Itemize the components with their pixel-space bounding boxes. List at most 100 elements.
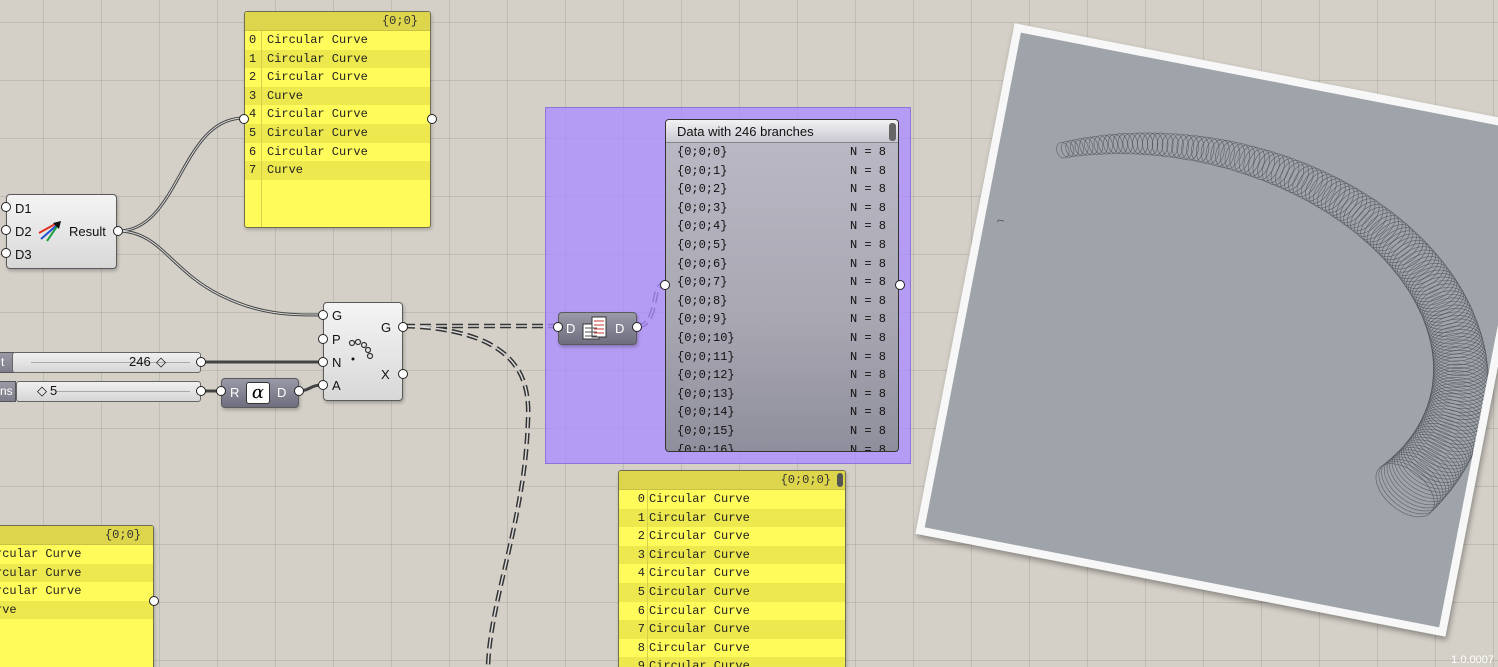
polar-input-n-grip[interactable]: [318, 357, 328, 367]
viewer-row: {0;0;15} N = 8: [666, 422, 898, 441]
alpha-icon: α: [246, 382, 270, 404]
item-index: 3: [637, 547, 645, 562]
item-index: 2: [637, 529, 645, 544]
branch-path: {0;0;2}: [677, 182, 728, 197]
panel-bottom[interactable]: {0;0;0} 0 Circular Curve 1 Circular Curve 2 C…: [618, 470, 846, 667]
polar-output-g[interactable]: G: [381, 320, 391, 335]
merge-input-d2[interactable]: D2: [15, 224, 32, 239]
branch-path: {0;0;0}: [677, 145, 728, 159]
branch-path: {0;0;3}: [677, 200, 728, 215]
slider-angle[interactable]: ◇ 5: [16, 381, 201, 402]
merge-component[interactable]: D1 D2 D3 Result: [6, 194, 117, 269]
radians-input-r[interactable]: R: [230, 385, 239, 400]
polar-input-a[interactable]: A: [332, 378, 341, 393]
slider-angle-knob-icon[interactable]: ◇: [37, 383, 47, 399]
list-item: 8 Circular Curve: [619, 639, 845, 658]
radians-output-grip[interactable]: [294, 386, 304, 396]
branch-count: N = 8: [850, 312, 887, 327]
ring-curve: [1386, 454, 1447, 506]
polar-output-x[interactable]: X: [381, 367, 390, 382]
radians-output-d[interactable]: D: [277, 385, 286, 400]
item-text: Circular Curve: [267, 107, 368, 122]
ring-curve: [1433, 350, 1489, 384]
item-text: rcular Curve: [0, 584, 82, 599]
item-text: Circular Curve: [267, 70, 368, 85]
list-item: 9 Circular Curve: [619, 657, 845, 667]
item-index: 6: [637, 603, 645, 618]
panel-left-output-grip[interactable]: [149, 596, 159, 606]
ring-curve: [1309, 174, 1337, 206]
grasshopper-canvas[interactable]: {0;0} 0 Circular Curve 1 Circular Curve 2 Cir…: [0, 0, 1498, 667]
panel-bottom-scrollbar[interactable]: [837, 473, 843, 487]
list-item: 7 Circular Curve: [619, 620, 845, 639]
slider-count-grip[interactable]: [196, 357, 206, 367]
flatten-output-grip[interactable]: [632, 322, 642, 332]
viewer-row: {0;0;3} N = 8: [666, 199, 898, 218]
polar-input-n[interactable]: N: [332, 355, 341, 370]
polar-input-g-grip[interactable]: [318, 310, 328, 320]
item-text: rcular Curve: [0, 565, 82, 580]
panel-top-output-grip[interactable]: [427, 114, 437, 124]
item-text: Circular Curve: [649, 566, 750, 581]
slider-count-knob-icon[interactable]: ◇: [156, 354, 166, 370]
flatten-input-grip[interactable]: [553, 322, 563, 332]
polar-input-p-grip[interactable]: [318, 334, 328, 344]
rhino-viewport[interactable]: ⌐: [915, 23, 1498, 637]
merge-input-d3[interactable]: D3: [15, 247, 32, 262]
ring-curve: [1407, 431, 1468, 477]
polar-array-icon: [348, 338, 374, 361]
slider-angle-value[interactable]: 5: [50, 383, 57, 398]
panel-top-input-grip[interactable]: [239, 114, 249, 124]
item-text: Circular Curve: [649, 659, 750, 667]
item-text: Circular Curve: [267, 125, 368, 140]
flatten-component[interactable]: D D: [558, 312, 637, 345]
item-index: 0: [637, 492, 645, 506]
merge-input-d3-grip[interactable]: [1, 248, 11, 258]
branch-count: N = 8: [850, 256, 887, 271]
list-item: 0 Circular Curve: [245, 31, 430, 50]
merge-input-d1[interactable]: D1: [15, 201, 32, 216]
list-item: 2 Circular Curve: [619, 527, 845, 546]
slider-count-value[interactable]: 246: [129, 354, 151, 369]
polar-input-p[interactable]: P: [332, 332, 341, 347]
slider-angle-label: ns: [0, 381, 16, 402]
item-text: Circular Curve: [267, 51, 368, 66]
panel-top[interactable]: {0;0} 0 Circular Curve 1 Circular Curve 2 Cir…: [244, 11, 431, 228]
slider-angle-grip[interactable]: [196, 386, 206, 396]
ring-curve: [1346, 198, 1380, 232]
merge-output-grip[interactable]: [113, 226, 123, 236]
merge-input-d2-grip[interactable]: [1, 225, 11, 235]
branch-path: {0;0;15}: [677, 423, 735, 438]
viewer-row: {0;0;0} N = 8: [666, 143, 898, 162]
branch-path: {0;0;4}: [677, 219, 728, 234]
viewer-row: {0;0;2} N = 8: [666, 180, 898, 199]
viewer-output-grip[interactable]: [895, 280, 905, 290]
param-viewer[interactable]: Data with 246 branches {0;0;0} N = 8 {0;0;…: [665, 119, 899, 452]
merge-output-result[interactable]: Result: [69, 224, 106, 239]
ring-curve: [1300, 169, 1328, 202]
viewer-scrollbar[interactable]: [889, 123, 896, 141]
list-item: rcular Curve: [0, 545, 153, 564]
polar-input-g[interactable]: G: [332, 308, 342, 323]
flatten-output-d[interactable]: D: [615, 321, 624, 336]
list-item: 3 Circular Curve: [619, 545, 845, 565]
list-item: rcular Curve: [0, 582, 153, 601]
item-text: Curve: [267, 88, 304, 103]
panel-left-path: {0;0}: [0, 526, 153, 545]
item-index: 1: [637, 510, 645, 525]
polar-output-g-grip[interactable]: [398, 322, 408, 332]
item-index: 5: [637, 584, 645, 599]
slider-count[interactable]: 246 ◇: [12, 352, 201, 373]
flatten-input-d[interactable]: D: [566, 321, 575, 336]
panel-left[interactable]: {0;0} rcular Curve rcular Curve rcular Cur…: [0, 525, 154, 667]
polar-input-a-grip[interactable]: [318, 380, 328, 390]
radians-input-grip[interactable]: [216, 386, 226, 396]
item-index: 9: [637, 659, 645, 667]
item-text: rcular Curve: [0, 547, 82, 561]
polar-output-x-grip[interactable]: [398, 369, 408, 379]
viewer-input-grip[interactable]: [660, 280, 670, 290]
polar-array-component[interactable]: G P N A G X: [323, 302, 403, 401]
radians-component[interactable]: R α D: [221, 378, 299, 408]
merge-input-d1-grip[interactable]: [1, 202, 11, 212]
item-text: Circular Curve: [649, 640, 750, 655]
